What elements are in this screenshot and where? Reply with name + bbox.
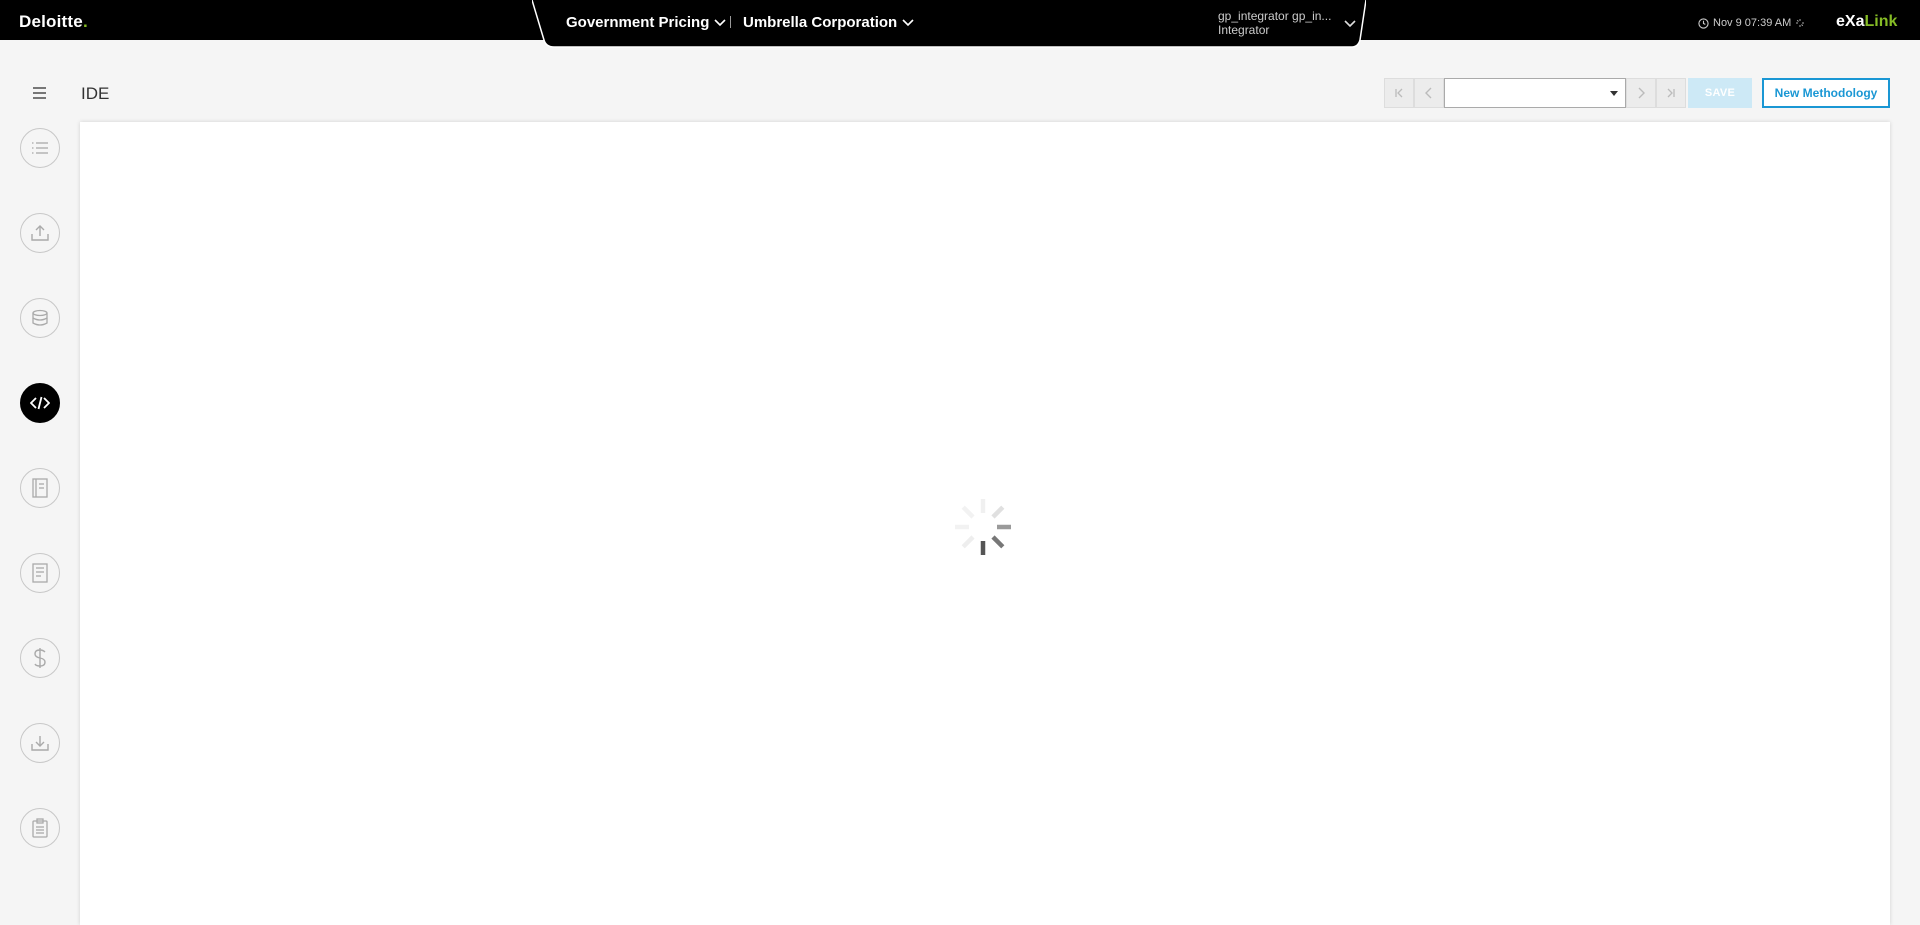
user-name: gp_integrator gp_in... [1218, 9, 1332, 23]
context-tab: Government Pricing Umbrella Corporation … [532, 0, 1366, 48]
list-icon [32, 142, 48, 154]
upload-icon [31, 225, 49, 241]
code-icon [30, 396, 50, 410]
sidebar-item-ide[interactable] [20, 383, 60, 423]
caret-down-icon [1610, 91, 1618, 96]
chevron-left-icon [1425, 87, 1432, 99]
company-dropdown[interactable]: Umbrella Corporation [743, 14, 914, 31]
next-record-button[interactable] [1626, 78, 1656, 108]
refresh-icon[interactable] [1795, 18, 1805, 28]
clipboard-icon [32, 818, 48, 838]
document-icon [32, 563, 48, 583]
download-icon [31, 736, 49, 751]
new-methodology-button[interactable]: New Methodology [1762, 78, 1890, 108]
sidebar-item-download[interactable] [20, 723, 60, 763]
previous-record-button[interactable] [1414, 78, 1444, 108]
sidebar-item-pricing[interactable] [20, 638, 60, 678]
clock-status: Nov 9 07:39 AM [1698, 17, 1805, 29]
sidebar-item-reports[interactable] [20, 468, 60, 508]
report-icon [32, 478, 48, 498]
module-dropdown[interactable]: Government Pricing [566, 14, 726, 31]
user-role: Integrator [1218, 23, 1270, 37]
database-icon [32, 309, 48, 326]
loading-spinner-icon [955, 499, 1011, 555]
datetime-text: Nov 9 07:39 AM [1713, 17, 1792, 29]
user-menu[interactable]: gp_integrator gp_in... Integrator [1218, 9, 1331, 38]
first-record-button[interactable] [1384, 78, 1414, 108]
clock-icon [1698, 17, 1709, 29]
company-label: Umbrella Corporation [743, 14, 898, 31]
chevron-down-icon[interactable] [1344, 20, 1356, 28]
save-button[interactable]: SAVE [1688, 78, 1752, 108]
chevron-down-icon [902, 18, 914, 26]
sidebar-item-documents[interactable] [20, 553, 60, 593]
deloitte-logo: Deloitte. [19, 12, 88, 31]
context-separator [730, 16, 731, 28]
sidebar-item-data[interactable] [20, 298, 60, 338]
last-record-button[interactable] [1656, 78, 1686, 108]
module-label: Government Pricing [566, 14, 710, 31]
skip-first-icon [1395, 88, 1403, 98]
chevron-right-icon [1638, 87, 1645, 99]
chevron-down-icon [714, 18, 726, 26]
exalink-logo[interactable]: eXaLink [1836, 13, 1897, 31]
record-navigation [1384, 78, 1686, 108]
sidebar-item-upload[interactable] [20, 213, 60, 253]
page-title: IDE [81, 84, 110, 103]
methodology-select[interactable] [1444, 78, 1626, 108]
skip-last-icon [1667, 88, 1675, 98]
sidebar-item-list[interactable] [20, 128, 60, 168]
top-bar: Deloitte. Government Pricing Umbrella Co… [0, 0, 1920, 48]
sidebar-item-clipboard[interactable] [20, 808, 60, 848]
menu-toggle-icon[interactable] [33, 87, 46, 99]
dollar-icon [34, 648, 46, 668]
